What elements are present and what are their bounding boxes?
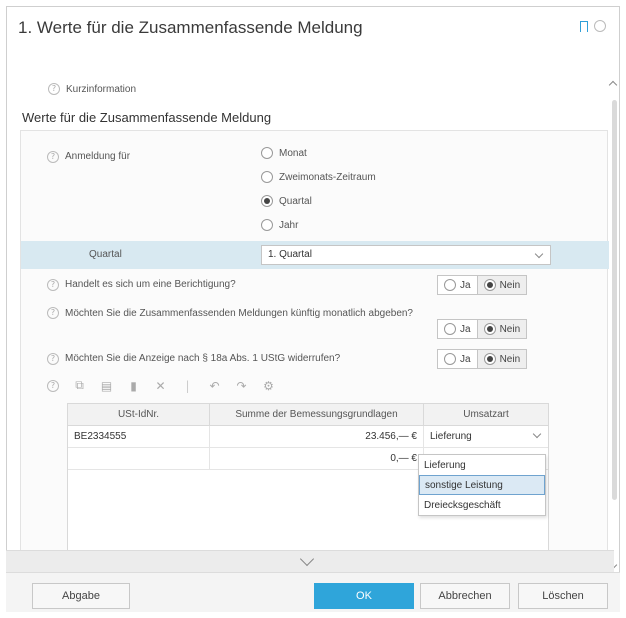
chevron-down-icon[interactable] (299, 551, 315, 567)
radio-button[interactable] (261, 171, 273, 183)
dialog-footer: Abgabe OK Abbrechen Löschen (6, 572, 620, 612)
abgabe-button[interactable]: Abgabe (32, 583, 130, 609)
umsatzart-value: Lieferung (430, 431, 472, 442)
vertical-scrollbar[interactable] (608, 80, 618, 570)
col-ustid[interactable]: USt-IdNr. (68, 404, 210, 425)
bookmark-icon[interactable] (580, 20, 588, 35)
quartal-row: Quartal 1. Quartal (21, 241, 609, 269)
scroll-thumb[interactable] (612, 100, 617, 500)
radio-button[interactable] (261, 219, 273, 231)
question-text: Handelt es sich um eine Berichtigung? (65, 279, 236, 290)
radio-zweimonats[interactable]: Zweimonats-Zeitraum (261, 171, 376, 183)
radio-label: Jahr (279, 219, 299, 231)
radio-button[interactable] (261, 147, 273, 159)
paste-icon[interactable]: ▤ (100, 379, 113, 393)
quartal-value: 1. Quartal (268, 249, 312, 260)
section-title: Werte für die Zusammenfassende Meldung (22, 110, 272, 125)
help-icon[interactable]: ? (47, 307, 59, 319)
chevron-down-icon (534, 249, 544, 259)
help-icon[interactable]: ? (47, 379, 59, 392)
toggle-monatlich[interactable]: Ja Nein (437, 319, 528, 339)
undo-icon[interactable]: ↶ (208, 379, 221, 393)
radio-label: Monat (279, 147, 307, 159)
radio-button-selected[interactable] (483, 323, 496, 335)
abbrechen-button[interactable]: Abbrechen (420, 583, 510, 609)
radio-monat[interactable]: Monat (261, 147, 307, 159)
anmeldung-label-row: ? Anmeldung für (47, 151, 130, 163)
ok-button[interactable]: OK (314, 583, 414, 609)
radio-button-selected[interactable] (483, 279, 496, 291)
radio-jahr[interactable]: Jahr (261, 219, 298, 231)
question-3: ? Möchten Sie die Anzeige nach § 18a Abs… (47, 353, 340, 365)
question-text: Möchten Sie die Zusammenfassenden Meldun… (65, 308, 413, 319)
cell-summe[interactable]: 0,— € (210, 448, 424, 469)
radio-button[interactable] (444, 279, 456, 291)
redo-icon[interactable]: ↷ (235, 379, 248, 393)
anmeldung-label: Anmeldung für (65, 151, 131, 162)
option-nein[interactable]: Nein (476, 320, 527, 338)
toggle-berichtigung[interactable]: Ja Nein (437, 275, 528, 295)
table-toolbar: ? ⧉ ▤ ▮ ✕ | ↶ ↷ ⚙ (47, 378, 275, 393)
kurzinfo-label[interactable]: Kurzinformation (66, 84, 136, 95)
loeschen-button[interactable]: Löschen (518, 583, 608, 609)
help-icon[interactable]: ? (47, 279, 59, 291)
radio-button[interactable] (444, 323, 456, 335)
radio-button[interactable] (444, 353, 456, 365)
help-icon[interactable]: ? (48, 83, 60, 95)
collapse-bar[interactable] (6, 550, 614, 572)
dropdown-option-highlighted[interactable]: sonstige Leistung (419, 475, 545, 495)
cell-summe[interactable]: 23.456,— € (210, 426, 424, 447)
table-row[interactable]: BE2334555 23.456,— € Lieferung (68, 426, 548, 448)
delete-icon[interactable]: ▮ (127, 379, 140, 393)
divider: | (185, 378, 190, 393)
option-ja[interactable]: Ja (438, 350, 477, 368)
col-summe[interactable]: Summe der Bemessungsgrundlagen (210, 404, 424, 425)
cell-ustid[interactable] (68, 448, 210, 469)
help-icon[interactable]: ? (47, 353, 59, 365)
question-2: ? Möchten Sie die Zusammenfassenden Meld… (47, 307, 437, 321)
status-circle-icon[interactable] (594, 20, 606, 32)
col-umsatzart[interactable]: Umsatzart (424, 404, 548, 425)
window-title: 1. Werte für die Zusammenfassende Meldun… (18, 18, 363, 37)
quartal-label: Quartal (89, 249, 122, 260)
help-icon[interactable]: ? (47, 151, 59, 163)
umsatzart-dropdown: Lieferung sonstige Leistung Dreiecksgesc… (418, 454, 546, 516)
kurzinfo-row[interactable]: ? Kurzinformation (48, 83, 136, 95)
radio-quartal[interactable]: Quartal (261, 195, 312, 207)
radio-button-selected[interactable] (261, 195, 273, 207)
table-header: USt-IdNr. Summe der Bemessungsgrundlagen… (68, 404, 548, 426)
cut-icon[interactable]: ✕ (154, 379, 167, 393)
settings-icon[interactable]: ⚙ (262, 379, 275, 393)
option-nein[interactable]: Nein (476, 350, 527, 368)
dropdown-option[interactable]: Dreiecksgeschäft (419, 495, 545, 515)
chevron-down-icon[interactable] (532, 429, 542, 439)
radio-label: Quartal (279, 195, 312, 207)
dropdown-option[interactable]: Lieferung (419, 455, 545, 475)
option-nein[interactable]: Nein (476, 276, 527, 294)
cell-ustid[interactable]: BE2334555 (68, 426, 210, 447)
option-ja[interactable]: Ja (438, 320, 477, 338)
toggle-widerruf[interactable]: Ja Nein (437, 349, 528, 369)
question-1: ? Handelt es sich um eine Berichtigung? (47, 279, 236, 291)
cell-umsatzart[interactable]: Lieferung (424, 426, 548, 447)
question-text: Möchten Sie die Anzeige nach § 18a Abs. … (65, 353, 341, 364)
radio-button-selected[interactable] (483, 353, 496, 365)
title-icons (580, 20, 606, 35)
radio-label: Zweimonats-Zeitraum (279, 171, 376, 183)
option-ja[interactable]: Ja (438, 276, 477, 294)
copy-icon[interactable]: ⧉ (73, 378, 86, 392)
quartal-select[interactable]: 1. Quartal (261, 245, 551, 265)
